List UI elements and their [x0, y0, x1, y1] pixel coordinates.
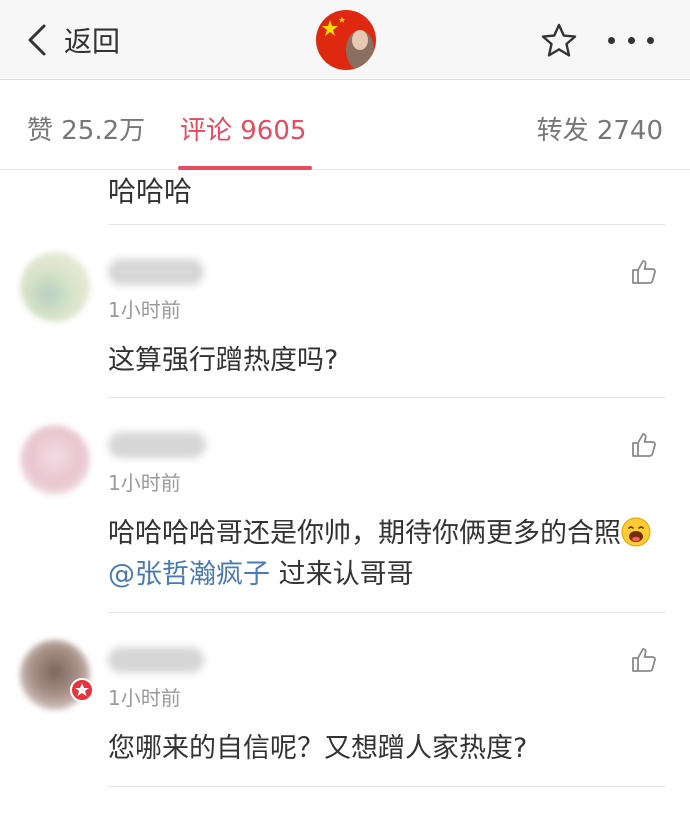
comment-time: 1小时前	[108, 471, 181, 495]
user-mention-link[interactable]: @张哲瀚疯子	[108, 559, 270, 590]
more-options-icon[interactable]	[608, 28, 654, 52]
top-navbar: 返回	[0, 0, 690, 80]
comment-text: 哈哈哈哈哥还是你帅，期待你俩更多的合照 @张哲瀚疯子 过来认哥哥	[108, 513, 658, 595]
username-blurred[interactable]	[108, 259, 204, 285]
star-icon[interactable]	[540, 22, 578, 60]
tab-comments[interactable]: 评论 9605	[180, 110, 306, 147]
comment-text: 这算强行蹭热度吗?	[108, 345, 339, 376]
back-label: 返回	[64, 25, 121, 58]
username-blurred[interactable]	[108, 647, 204, 673]
active-tab-indicator	[178, 166, 312, 170]
thumbs-up-icon[interactable]	[630, 646, 658, 674]
verified-badge-icon	[70, 678, 94, 702]
avatar[interactable]	[20, 252, 90, 322]
divider	[108, 397, 665, 398]
chevron-left-icon	[28, 24, 46, 56]
previous-comment-text: 哈哈哈	[108, 175, 193, 208]
thumbs-up-icon[interactable]	[630, 431, 658, 459]
divider	[108, 224, 665, 225]
author-avatar[interactable]	[316, 10, 376, 70]
tab-likes[interactable]: 赞 25.2万	[27, 110, 145, 147]
back-button[interactable]: 返回	[24, 18, 120, 62]
laughing-emoji-icon	[621, 517, 651, 547]
divider	[108, 612, 665, 613]
comment-text: 您哪来的自信呢？又想蹭人家热度?	[108, 733, 528, 764]
tab-reposts[interactable]: 转发 2740	[537, 110, 663, 147]
thumbs-up-icon[interactable]	[630, 258, 658, 286]
divider	[108, 786, 665, 787]
username-blurred[interactable]	[108, 432, 206, 458]
interaction-tabs: 赞 25.2万 评论 9605 转发 2740	[0, 80, 690, 170]
comment-text-part: 哈哈哈哈哥还是你帅，期待你俩更多的合照	[108, 518, 621, 549]
comment-time: 1小时前	[108, 298, 181, 322]
comment-time: 1小时前	[108, 686, 181, 710]
comment-text-part: 过来认哥哥	[270, 559, 414, 590]
avatar[interactable]	[20, 425, 90, 495]
